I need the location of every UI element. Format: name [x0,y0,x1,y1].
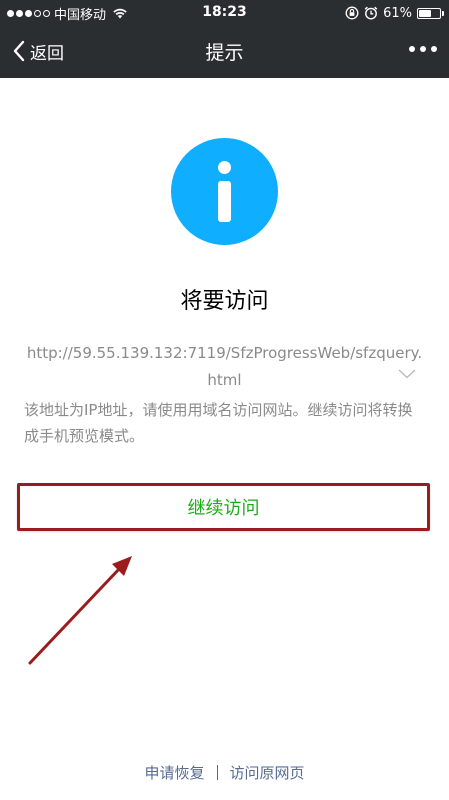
chevron-down-icon[interactable] [398,369,416,379]
footer-links: 申请恢复 访问原网页 [0,762,449,783]
target-url: http://59.55.139.132:7119/SfzProgressWeb… [26,344,423,389]
request-restore-link[interactable]: 申请恢复 [144,762,204,783]
alarm-icon [364,6,378,20]
status-right: 61% [345,5,444,21]
battery-percent: 61% [383,5,412,21]
continue-visit-label: 继续访问 [187,498,260,519]
battery-icon [417,7,444,19]
main-heading: 将要访问 [180,289,269,314]
navigation-bar: 返回 提示 [0,26,449,78]
notice-text: 该地址为IP地址，请使用用域名访问网站。继续访问将转换成手机预览模式。 [24,401,413,445]
info-icon [171,138,278,245]
rotation-lock-icon [345,6,359,20]
top-bar: 中国移动 18:23 61% 返回 提示 [0,0,449,78]
status-bar: 中国移动 18:23 61% [0,0,449,26]
footer-divider [216,765,218,780]
more-options-icon[interactable] [407,44,439,54]
continue-visit-button[interactable]: 继续访问 [17,483,430,531]
visit-original-link[interactable]: 访问原网页 [230,762,305,783]
screen: 中国移动 18:23 61% 返回 提示 将要访问 http://59.55.1… [0,0,449,800]
page-title: 提示 [205,42,244,64]
